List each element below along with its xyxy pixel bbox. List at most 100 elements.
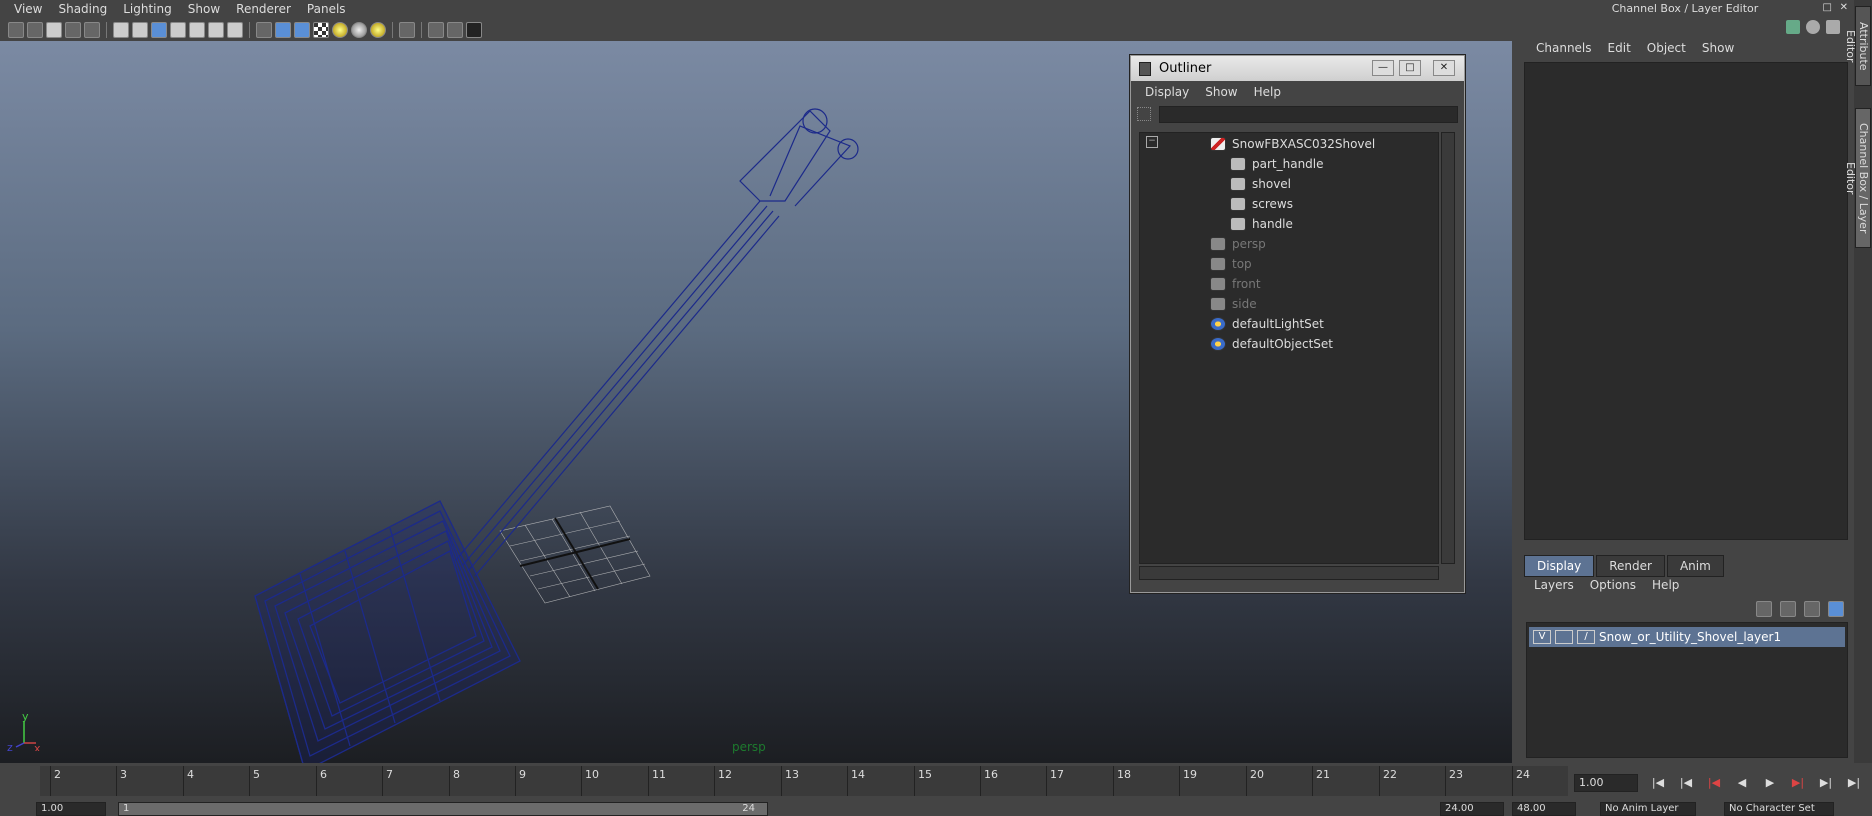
tab-display[interactable]: Display <box>1524 555 1595 577</box>
tab-render[interactable]: Render <box>1596 555 1665 577</box>
outliner-list[interactable]: − SnowFBXASC032Shovel part_handleshovel sc… <box>1139 132 1439 564</box>
resolution-gate-icon[interactable] <box>151 22 167 38</box>
outliner-item[interactable]: defaultObjectSet <box>1210 335 1333 353</box>
time-tick <box>183 766 184 796</box>
outliner-horizontal-scrollbar[interactable] <box>1139 566 1439 580</box>
textured-icon[interactable] <box>313 22 329 38</box>
play-forward-icon[interactable]: ▶ <box>1762 776 1778 790</box>
layer-visibility-toggle[interactable]: V <box>1533 630 1551 644</box>
side-tab-attribute-editor[interactable]: Attribute Editor <box>1844 6 1871 86</box>
step-forward-key-icon[interactable]: ▶| <box>1790 776 1806 790</box>
grid-axes <box>519 517 631 590</box>
menu-renderer[interactable]: Renderer <box>228 0 299 19</box>
smooth-shade-icon[interactable] <box>275 22 291 38</box>
menu-lighting[interactable]: Lighting <box>115 0 180 19</box>
outliner-titlebar[interactable]: Outliner — □ ✕ <box>1131 56 1464 81</box>
isolate-select-icon[interactable] <box>399 22 415 38</box>
safe-title-icon[interactable] <box>227 22 243 38</box>
outliner-item[interactable]: part_handle <box>1230 155 1324 173</box>
camera-lock-icon[interactable] <box>84 22 100 38</box>
current-frame-field[interactable]: 1.00 <box>1574 774 1638 792</box>
maximize-icon[interactable]: □ <box>1399 60 1421 76</box>
xray-icon[interactable] <box>428 22 444 38</box>
outliner-vertical-scrollbar[interactable] <box>1441 132 1455 564</box>
outliner-item[interactable]: top <box>1210 255 1252 273</box>
toggle-layers-icon[interactable] <box>1806 20 1820 34</box>
character-set-dropdown[interactable]: No Character Set <box>1724 802 1834 816</box>
new-layer-icon[interactable] <box>1804 601 1820 617</box>
menu-shading[interactable]: Shading <box>50 0 115 19</box>
outliner-item[interactable]: side <box>1210 295 1257 313</box>
menu-show-channels[interactable]: Show <box>1694 41 1742 55</box>
anim-start-field[interactable]: 1.00 <box>36 802 106 816</box>
tab-anim[interactable]: Anim <box>1666 555 1724 577</box>
time-ruler[interactable]: 2 3 4 5 6 7 8 9 10 11 12 13 14 15 16 17 18 19 20 21 22 23 24 <box>40 766 1568 796</box>
outliner-item[interactable]: shovel <box>1230 175 1291 193</box>
layer-list[interactable]: V / Snow_or_Utility_Shovel_layer1 <box>1526 622 1848 758</box>
menu-view[interactable]: View <box>6 0 50 19</box>
step-back-key-icon[interactable]: |◀ <box>1706 776 1722 790</box>
shadows-icon[interactable] <box>351 22 367 38</box>
toggle-channels-icon[interactable] <box>1786 20 1800 34</box>
outliner-item[interactable]: handle <box>1230 215 1293 233</box>
playback-end-field[interactable]: 24.00 <box>1440 802 1504 816</box>
menu-layers[interactable]: Layers <box>1526 578 1582 592</box>
menu-show[interactable]: Show <box>180 0 228 19</box>
grid-icon[interactable] <box>113 22 129 38</box>
collapse-toggle-icon[interactable]: − <box>1146 136 1158 148</box>
toggle-attribute-icon[interactable] <box>1826 20 1840 34</box>
filter-icon[interactable] <box>1137 107 1151 121</box>
outliner-menu-show[interactable]: Show <box>1197 85 1245 99</box>
outliner-item[interactable]: persp <box>1210 235 1266 253</box>
anim-layer-dropdown[interactable]: No Anim Layer <box>1600 802 1696 816</box>
menu-object[interactable]: Object <box>1639 41 1694 55</box>
outliner-item[interactable]: defaultLightSet <box>1210 315 1324 333</box>
select-camera-icon[interactable] <box>8 22 24 38</box>
outliner-search-input[interactable] <box>1159 105 1458 123</box>
layer-playback-toggle[interactable] <box>1555 630 1573 644</box>
outliner-item[interactable]: screws <box>1230 195 1293 213</box>
move-layer-down-icon[interactable] <box>1780 601 1796 617</box>
close-icon[interactable]: ✕ <box>1433 60 1455 76</box>
close-panel-icon[interactable]: ✕ <box>1840 2 1848 13</box>
menu-channels[interactable]: Channels <box>1528 41 1600 55</box>
new-layer-selected-icon[interactable] <box>1828 601 1844 617</box>
image-plane-icon[interactable] <box>65 22 81 38</box>
outliner-item[interactable]: front <box>1210 275 1261 293</box>
menu-panels[interactable]: Panels <box>299 0 354 19</box>
safe-action-icon[interactable] <box>208 22 224 38</box>
menu-options[interactable]: Options <box>1582 578 1644 592</box>
bookmark-icon[interactable] <box>46 22 62 38</box>
range-bar[interactable]: 1 24 <box>118 802 768 816</box>
outliner-menu-display[interactable]: Display <box>1137 85 1197 99</box>
lights-icon[interactable] <box>332 22 348 38</box>
goto-start-icon[interactable]: |◀ <box>1650 776 1666 790</box>
layer-row[interactable]: V / Snow_or_Utility_Shovel_layer1 <box>1529 627 1845 647</box>
wireframe-icon[interactable] <box>256 22 272 38</box>
default-light-icon[interactable] <box>370 22 386 38</box>
channel-list[interactable] <box>1524 62 1848 540</box>
camera-attributes-icon[interactable] <box>27 22 43 38</box>
step-forward-icon[interactable]: ▶| <box>1818 776 1834 790</box>
film-gate-icon[interactable] <box>132 22 148 38</box>
outliner-item[interactable]: SnowFBXASC032Shovel <box>1210 135 1375 153</box>
layer-color-swatch[interactable]: / <box>1577 630 1595 644</box>
field-chart-icon[interactable] <box>189 22 205 38</box>
toolbar-divider <box>392 22 393 38</box>
xray-components-icon[interactable] <box>466 22 482 38</box>
menu-help[interactable]: Help <box>1644 578 1687 592</box>
goto-end-icon[interactable]: ▶| <box>1846 776 1862 790</box>
float-panel-icon[interactable]: □ <box>1823 2 1832 13</box>
move-layer-up-icon[interactable] <box>1756 601 1772 617</box>
wireframe-on-shaded-icon[interactable] <box>294 22 310 38</box>
outliner-window[interactable]: Outliner — □ ✕ Display Show Help − SnowF… <box>1130 55 1465 593</box>
anim-end-field[interactable]: 48.00 <box>1512 802 1576 816</box>
step-back-icon[interactable]: |◀ <box>1678 776 1694 790</box>
play-backward-icon[interactable]: ◀ <box>1734 776 1750 790</box>
outliner-menu-help[interactable]: Help <box>1246 85 1289 99</box>
xray-joints-icon[interactable] <box>447 22 463 38</box>
gate-mask-icon[interactable] <box>170 22 186 38</box>
menu-edit[interactable]: Edit <box>1600 41 1639 55</box>
minimize-icon[interactable]: — <box>1372 60 1394 76</box>
side-tab-channel-box[interactable]: Channel Box / Layer Editor <box>1844 108 1871 248</box>
